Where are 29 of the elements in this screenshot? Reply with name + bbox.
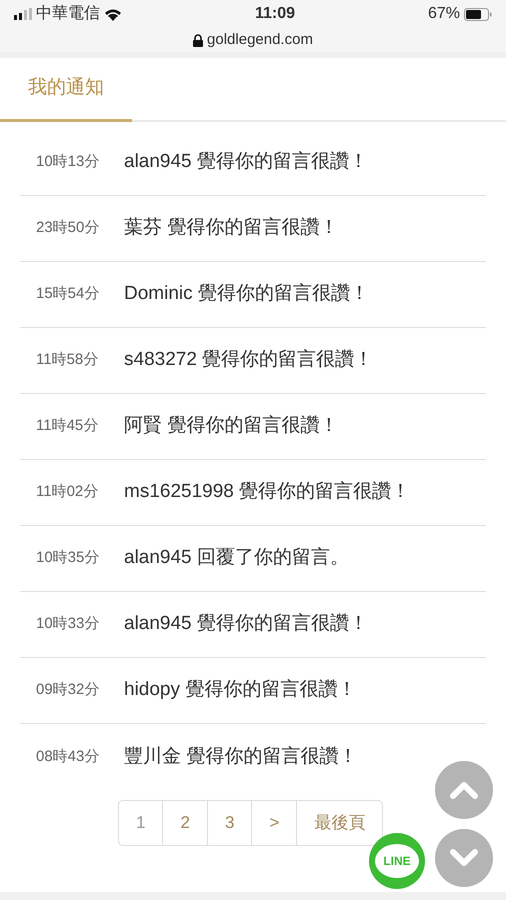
clock-time: 11:09 xyxy=(254,4,295,24)
chevron-down-icon xyxy=(449,848,479,868)
chevron-up-icon xyxy=(449,780,479,800)
wifi-icon xyxy=(104,7,122,21)
notification-text[interactable]: alan945 回覆了你的留言。 xyxy=(124,544,349,573)
notification-text[interactable]: s483272 覺得你的留言很讚！ xyxy=(124,346,374,375)
notification-time: 15時54分 xyxy=(35,284,100,304)
notification-time: 23時50分 xyxy=(35,218,100,238)
notification-time: 11時45分 xyxy=(35,416,100,436)
notification-text[interactable]: 葉芬 覺得你的留言很讚！ xyxy=(124,214,338,243)
notification-time: 11時58分 xyxy=(35,350,100,370)
notification-time: 09時32分 xyxy=(35,680,100,700)
notification-text[interactable]: hidopy 覺得你的留言很讚！ xyxy=(124,676,356,705)
notification-text[interactable]: ms16251998 覺得你的留言很讚！ xyxy=(124,478,410,507)
notification-time: 10時13分 xyxy=(35,152,100,172)
lock-icon xyxy=(193,34,204,46)
notification-time: 08時43分 xyxy=(35,746,100,767)
battery-icon xyxy=(464,8,492,20)
notification-time: 10時35分 xyxy=(35,548,100,568)
notification-text[interactable]: Dominic 覺得你的留言很讚！ xyxy=(124,280,369,309)
notification-text[interactable]: 阿賢 覺得你的留言很讚！ xyxy=(124,412,338,441)
notification-text[interactable]: alan945 覺得你的留言很讚！ xyxy=(124,610,368,639)
carrier-name: 中華電信 xyxy=(36,4,100,24)
notification-time: 10時33分 xyxy=(35,614,100,634)
notification-time: 11時02分 xyxy=(35,482,100,502)
signal-icon xyxy=(14,8,32,20)
notification-text[interactable]: 豐川金 覺得你的留言很讚！ xyxy=(124,742,358,772)
battery-percent: 67% xyxy=(428,4,460,24)
notification-text[interactable]: alan945 覺得你的留言很讚！ xyxy=(124,148,368,177)
